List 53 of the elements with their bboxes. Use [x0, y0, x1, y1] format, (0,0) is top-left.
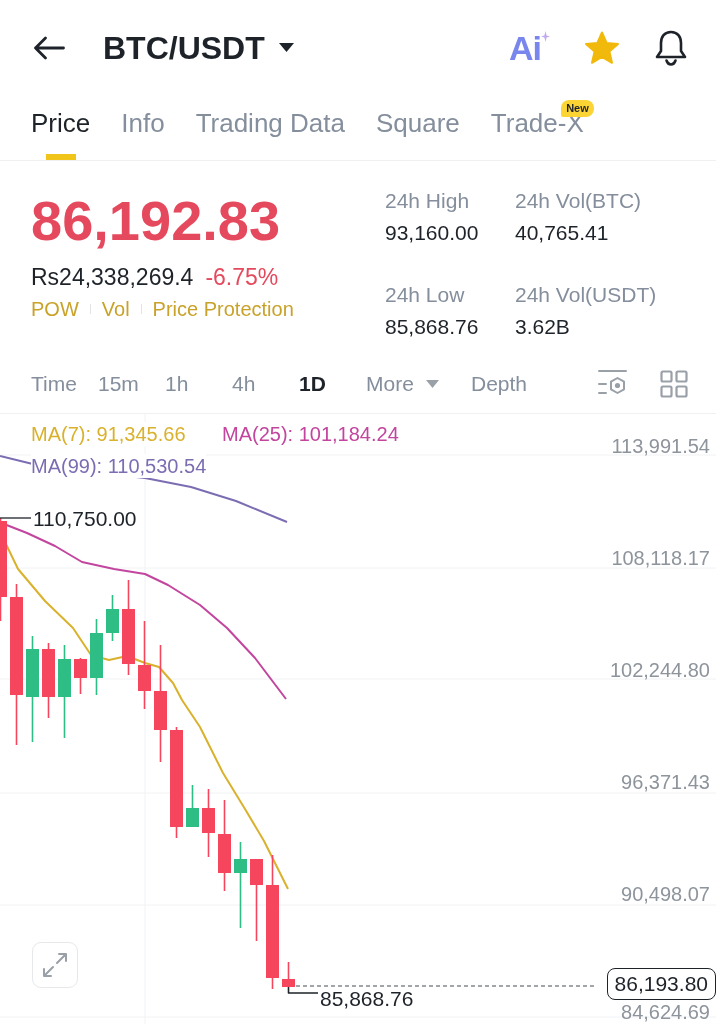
new-badge: New [561, 100, 594, 117]
caret-icon[interactable] [278, 43, 294, 52]
stat-label: 24h Low [385, 282, 465, 308]
chart-tab[interactable]: Depth [471, 370, 528, 397]
tag-link[interactable]: Vol [101, 295, 130, 323]
tag-link[interactable]: POW [31, 295, 79, 323]
stat-label: 24h Vol(BTC) [515, 188, 642, 214]
chart-tab[interactable]: 4h [232, 370, 256, 397]
stat-value: 40,765.41 [515, 220, 609, 246]
axis-label: 102,244.80 [609, 658, 710, 682]
sparkle-icon[interactable] [541, 30, 550, 42]
stat-value: 93,160.00 [385, 220, 479, 246]
low-price-label: 85,868.76 [320, 987, 414, 1011]
bell-icon[interactable] [654, 28, 688, 67]
ai-button[interactable]: Ai [509, 30, 550, 65]
tab[interactable]: Square [375, 95, 460, 160]
leader-line [0, 517, 32, 519]
tab[interactable]: Trading Data [195, 95, 345, 160]
axis-label: 113,991.54 [611, 434, 710, 458]
expand-button[interactable] [32, 942, 78, 988]
chart-tab[interactable]: Time [31, 370, 77, 397]
candle [202, 788, 215, 858]
tab[interactable]: Price [31, 95, 91, 160]
axis-label: 96,371.43 [621, 770, 710, 794]
fiat-price: Rs24,338,269.4 [31, 263, 194, 292]
tab[interactable]: Info [121, 95, 165, 160]
chart-tab[interactable]: 1D [299, 370, 326, 397]
axis-label: 90,498.07 [621, 882, 710, 906]
candle [106, 594, 119, 642]
expand-icon[interactable] [42, 952, 68, 978]
price-change: -6.75% [205, 263, 279, 292]
leader-line [287, 986, 319, 994]
stat-value: 85,868.76 [385, 314, 479, 340]
back-arrow-icon[interactable] [33, 35, 65, 60]
axis-label: 84,624.69 [621, 1000, 710, 1024]
candle [74, 657, 87, 695]
stat-label: 24h Vol(USDT) [515, 282, 657, 308]
axis-label: 108,118.17 [611, 546, 710, 570]
star-icon[interactable] [584, 30, 620, 65]
pair-selector[interactable]: BTC/USDT [103, 31, 294, 64]
grid-icon[interactable] [660, 370, 688, 398]
chart-tab[interactable]: 1h [165, 370, 189, 397]
more-dropdown[interactable]: More [366, 370, 439, 397]
tag-link[interactable]: Price Protection [152, 295, 294, 323]
stat-label: 24h High [385, 188, 470, 214]
stat-value: 3.62B [515, 314, 570, 340]
high-price-label: 110,750.00 [33, 507, 137, 531]
last-price: 86,192.83 [31, 191, 282, 251]
candle [186, 784, 199, 828]
indicator-label: MA(7): 91,345.66 [31, 422, 186, 446]
current-price-tag: 86,193.80 [606, 968, 716, 1000]
chart-tab[interactable]: 15m [98, 370, 139, 397]
indicator-label: MA(99): 110,530.54 [31, 454, 207, 478]
